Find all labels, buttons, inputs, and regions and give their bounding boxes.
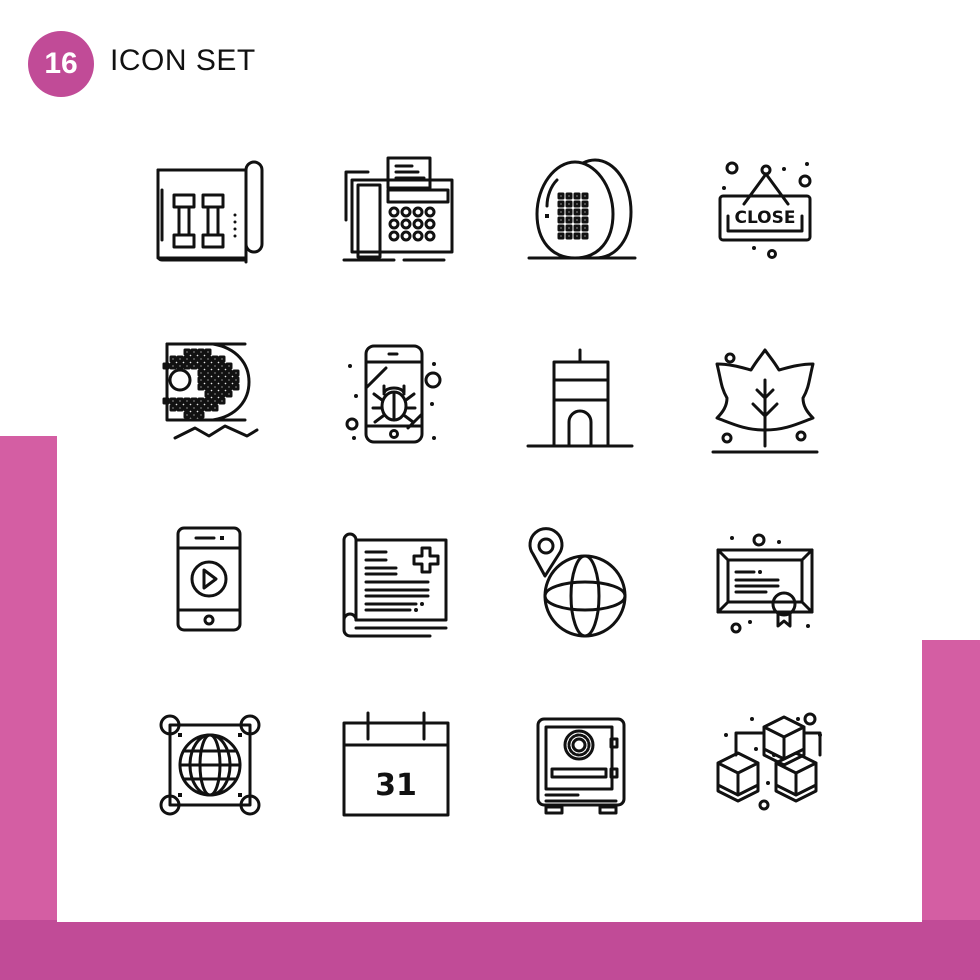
close-sign-label: CLOSE <box>734 208 795 228</box>
eggs-icon <box>525 150 645 270</box>
mobile-bug-icon <box>338 338 458 458</box>
calendar-icon: 31 <box>338 705 458 825</box>
blockchain-cubes-icon <box>712 705 832 825</box>
page-title: ICON SET <box>110 44 256 77</box>
fax-machine-icon <box>338 150 458 270</box>
tower-building-icon <box>520 338 640 458</box>
safe-vault-icon <box>528 705 648 825</box>
certificate-icon <box>712 520 832 640</box>
medical-report-icon <box>338 520 458 640</box>
globe-location-pin-icon <box>525 520 645 640</box>
maple-leaf-tree-icon <box>705 338 825 458</box>
count-badge: 16 <box>28 31 94 97</box>
close-sign-icon: CLOSE <box>712 150 832 270</box>
dumbbell-blueprint-icon <box>148 150 268 270</box>
background-band-bottom <box>0 920 980 980</box>
mobile-video-play-icon <box>150 520 270 640</box>
globe-selection-icon <box>150 705 270 825</box>
calendar-day-label: 31 <box>375 768 417 803</box>
pixel-letter-d-icon <box>155 338 275 458</box>
